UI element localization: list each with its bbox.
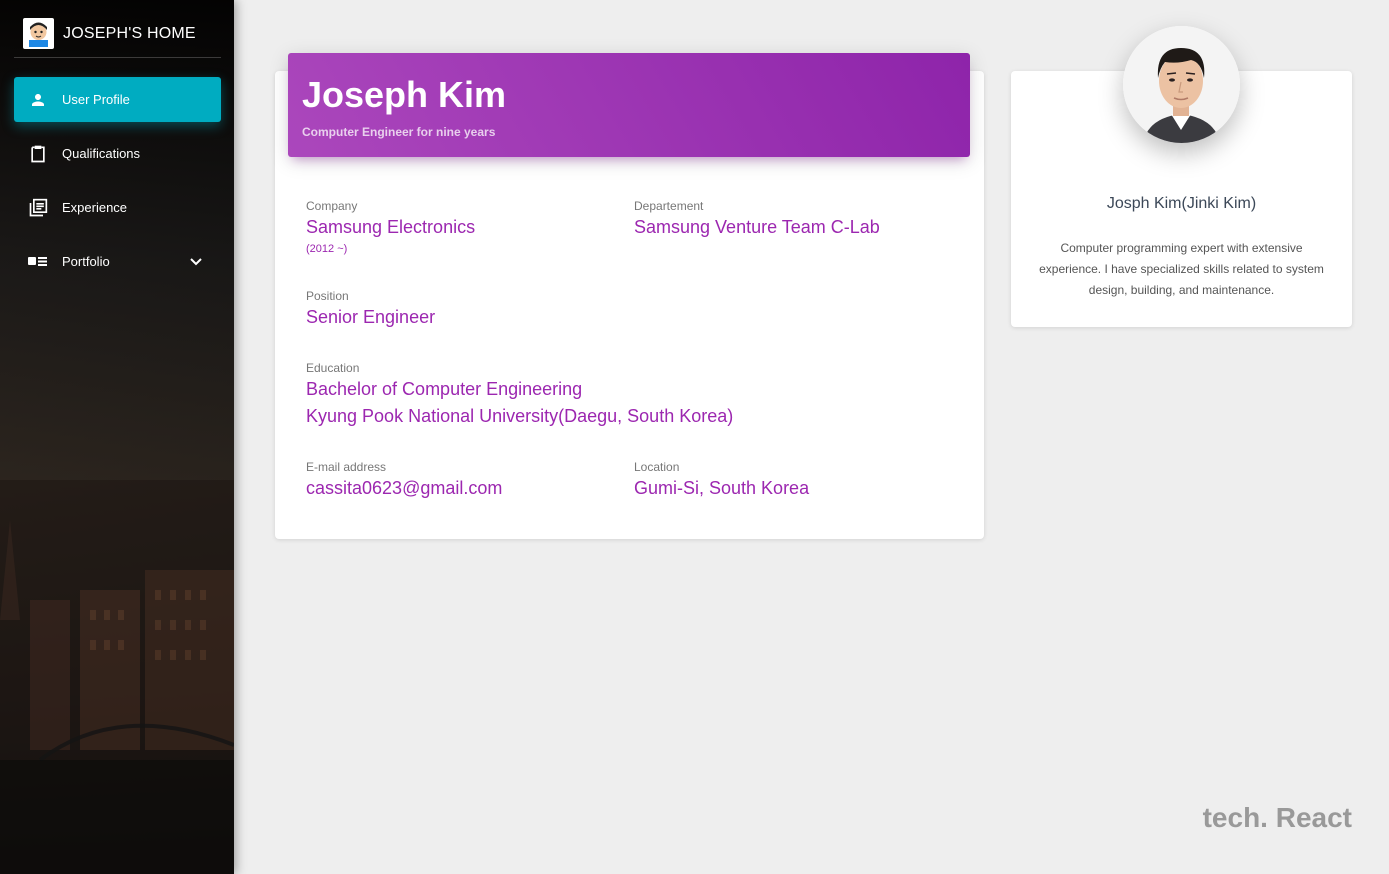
company-field: Company Samsung Electronics (2012 ~) xyxy=(306,199,475,255)
profile-full-name: Josph Kim(Jinki Kim) xyxy=(1106,195,1257,212)
position-label: Position xyxy=(306,289,349,303)
sidebar-item-experience[interactable]: Experience xyxy=(14,185,221,230)
department-value: Samsung Venture Team C-Lab xyxy=(634,217,880,237)
sidebar-item-qualifications[interactable]: Qualifications xyxy=(14,131,221,176)
brand-avatar xyxy=(23,18,54,49)
email-label: E-mail address xyxy=(306,460,387,474)
education-label: Education xyxy=(306,361,360,375)
sidebar-nav: User Profile Qualifications Experience P… xyxy=(14,77,221,293)
education-field: Education Bachelor of Computer Engineeri… xyxy=(306,361,733,427)
sidebar-item-label: Portfolio xyxy=(62,254,110,269)
company-since: (2012 ~) xyxy=(306,243,348,255)
sidebar-item-label: User Profile xyxy=(62,92,130,107)
tech-stack-label: tech. React xyxy=(1202,802,1352,833)
location-field: Location Gumi-Si, South Korea xyxy=(634,460,809,499)
company-label: Company xyxy=(306,199,358,213)
company-value: Samsung Electronics xyxy=(306,217,476,237)
brand-title: JOSEPH'S HOME xyxy=(63,24,196,42)
library-books-icon xyxy=(26,196,50,220)
location-value: Gumi-Si, South Korea xyxy=(634,478,810,498)
profile-name: Joseph Kim xyxy=(302,74,507,115)
position-value: Senior Engineer xyxy=(306,307,436,327)
education-degree: Bachelor of Computer Engineering xyxy=(306,379,583,399)
profile-photo-image xyxy=(1123,26,1240,143)
email-value: cassita0623@gmail.com xyxy=(306,478,503,498)
sidebar-item-label: Qualifications xyxy=(62,146,141,161)
person-icon xyxy=(26,88,50,112)
location-label: Location xyxy=(634,460,680,474)
profile-card-header: Joseph Kim Computer Engineer for nine ye… xyxy=(288,53,970,157)
education-school: Kyung Pook National University(Daegu, So… xyxy=(306,406,734,426)
profile-photo xyxy=(1123,26,1240,143)
position-field: Position Senior Engineer xyxy=(306,289,435,328)
sidebar: JOSEPH'S HOME User Profile Qualification… xyxy=(0,0,234,874)
email-field: E-mail address cassita0623@gmail.com xyxy=(306,460,502,499)
sidebar-item-portfolio[interactable]: Portfolio xyxy=(14,239,221,284)
profile-description: Computer programming expert with extensi… xyxy=(1039,241,1324,297)
department-field: Departement Samsung Venture Team C-Lab xyxy=(634,199,880,238)
clipboard-icon xyxy=(26,142,50,166)
profile-subtitle: Computer Engineer for nine years xyxy=(302,125,496,139)
sidebar-item-user-profile[interactable]: User Profile xyxy=(14,77,221,122)
department-label: Departement xyxy=(634,199,704,213)
sidebar-item-label: Experience xyxy=(62,200,128,215)
brand[interactable]: JOSEPH'S HOME xyxy=(14,10,221,58)
cartoon-avatar-icon xyxy=(29,22,48,47)
chevron-down-icon[interactable] xyxy=(189,255,203,269)
portfolio-icon xyxy=(26,250,50,274)
